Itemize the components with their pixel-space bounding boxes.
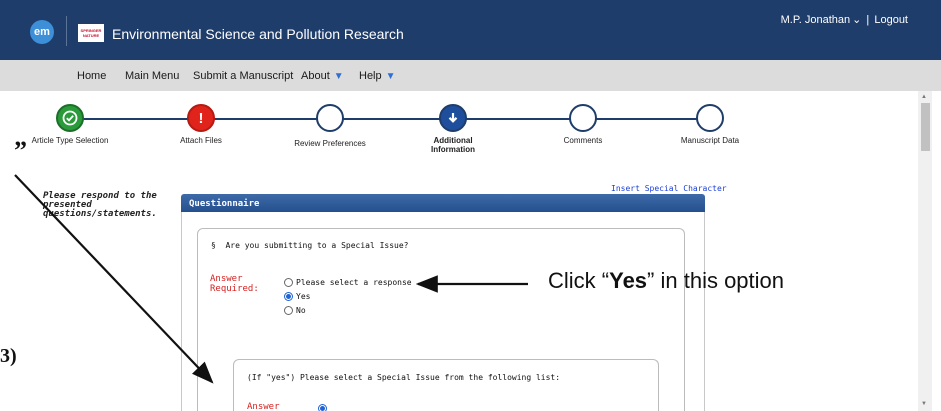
section-icon: §	[211, 241, 216, 250]
option-please-select[interactable]: Please select a response	[284, 278, 412, 287]
scroll-down-icon[interactable]: ▼	[921, 401, 927, 407]
check-icon	[62, 110, 78, 126]
sub-answer-required-label: Answer	[247, 402, 280, 411]
journal-title[interactable]: Environmental Science and Pollution Rese…	[112, 26, 404, 42]
step-label-additional-information: Additional Information	[431, 136, 475, 154]
header-divider	[66, 16, 67, 46]
answer-required-label: Answer Required:	[210, 274, 259, 294]
exclamation-icon: !	[198, 109, 204, 127]
nav-help[interactable]: Help ▼	[359, 70, 396, 82]
step-review-preferences[interactable]	[316, 104, 344, 132]
nav-home[interactable]: Home	[77, 70, 106, 82]
step-label-comments: Comments	[563, 136, 603, 145]
down-arrow-icon	[448, 113, 458, 123]
insert-special-character-link[interactable]: Insert Special Character	[611, 184, 727, 193]
step-manuscript-data[interactable]	[696, 104, 724, 132]
option-yes[interactable]: Yes	[284, 292, 310, 301]
user-name-link[interactable]: M.P. Jonathan	[781, 14, 851, 26]
main-nav: Home Main Menu Submit a Manuscript About…	[0, 60, 941, 91]
step-attach-files[interactable]: !	[187, 104, 215, 132]
annotation-suffix: ” in this option	[647, 268, 785, 293]
option-no[interactable]: No	[284, 306, 306, 315]
step-label-attach-files: Attach Files	[180, 136, 222, 145]
nav-about-label: About	[301, 70, 330, 82]
option-label: Please select a response	[296, 278, 412, 287]
option-label: Yes	[296, 292, 311, 301]
annotation-instruction: Click “Yes” in this option	[548, 268, 784, 294]
logout-link[interactable]: Logout	[874, 14, 908, 26]
scrollbar-thumb[interactable]	[921, 103, 930, 151]
step-comments[interactable]	[569, 104, 597, 132]
springer-nature-logo: SPRINGER NATURE	[78, 24, 104, 42]
step-additional-information[interactable]	[439, 104, 467, 132]
annotation-prefix: Click “	[548, 268, 610, 293]
questionnaire-header: Questionnaire	[181, 194, 705, 212]
cropped-quote-fragment: ”	[14, 136, 27, 165]
app-header: em SPRINGER NATURE Environmental Science…	[0, 0, 941, 60]
radio-button[interactable]	[284, 278, 293, 287]
annotation-bold: Yes	[609, 268, 648, 293]
nav-about[interactable]: About ▼	[301, 70, 344, 82]
editorial-manager-logo[interactable]: em	[30, 20, 54, 44]
chevron-down-icon[interactable]: ⌄	[852, 14, 861, 26]
step-label-manuscript-data: Manuscript Data	[680, 136, 740, 145]
question-text: § Are you submitting to a Special Issue?	[211, 241, 409, 250]
nav-submit-manuscript[interactable]: Submit a Manuscript	[193, 70, 293, 82]
nav-main-menu[interactable]: Main Menu	[125, 70, 179, 82]
sub-question-text: (If "yes") Please select a Special Issue…	[247, 373, 561, 382]
cropped-paren-fragment: 3)	[0, 345, 17, 367]
radio-button[interactable]	[284, 306, 293, 315]
user-menu: M.P. Jonathan ⌄ | Logout	[779, 13, 908, 26]
step-label-article-type: Article Type Selection	[31, 136, 109, 145]
step-article-type[interactable]	[56, 104, 84, 132]
step-label-review-preferences: Review Preferences	[294, 139, 366, 148]
nav-help-label: Help	[359, 70, 382, 82]
radio-button-selected[interactable]	[284, 292, 293, 301]
progress-line	[70, 118, 720, 120]
chevron-down-icon: ▼	[333, 71, 344, 82]
menu-separator: |	[866, 14, 870, 26]
sub-radio-button[interactable]	[318, 404, 327, 411]
sub-question-box	[233, 359, 659, 411]
scroll-up-icon[interactable]: ▲	[921, 94, 927, 100]
option-label: No	[296, 306, 306, 315]
chevron-down-icon: ▼	[385, 71, 396, 82]
question-label: Are you submitting to a Special Issue?	[225, 241, 409, 250]
instruction-note: Please respond to the presented question…	[43, 191, 157, 219]
